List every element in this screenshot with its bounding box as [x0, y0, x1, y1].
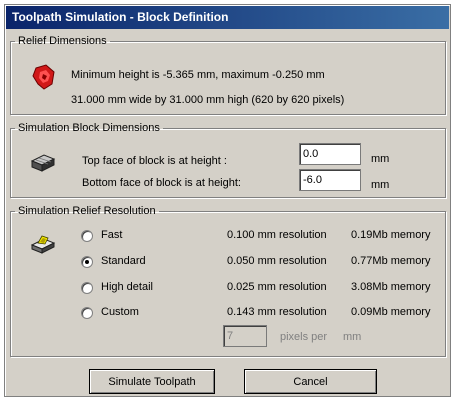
custom-memory: 0.09Mb memory [351, 306, 431, 318]
pixels-unit-label: mm [343, 331, 362, 343]
high-detail-radio[interactable] [81, 282, 93, 294]
relief-height-text: Minimum height is -5.365 mm, maximum -0.… [71, 69, 325, 81]
block-dimensions-legend: Simulation Block Dimensions [18, 122, 160, 134]
bottom-face-height-input[interactable] [299, 169, 361, 191]
pixels-per-label: pixels per [280, 331, 328, 343]
top-face-label: Top face of block is at height : [82, 155, 227, 167]
fast-resolution: 0.100 mm resolution [227, 229, 327, 241]
resolution-icon [30, 235, 56, 254]
standard-resolution: 0.050 mm resolution [227, 255, 327, 267]
top-face-unit: mm [371, 153, 390, 165]
custom-pixels-input[interactable] [223, 325, 267, 347]
relief-resolution-legend: Simulation Relief Resolution [18, 205, 156, 217]
radio-selected-dot [85, 260, 89, 264]
fast-radio[interactable] [81, 230, 93, 242]
standard-label[interactable]: Standard [101, 255, 146, 267]
cancel-button[interactable]: Cancel [244, 369, 377, 394]
simulate-toolpath-button[interactable]: Simulate Toolpath [89, 369, 215, 394]
fast-memory: 0.19Mb memory [351, 229, 431, 241]
custom-radio[interactable] [81, 307, 93, 319]
window-title: Toolpath Simulation - Block Definition [6, 6, 449, 29]
bottom-face-unit: mm [371, 179, 390, 191]
high-detail-resolution: 0.025 mm resolution [227, 281, 327, 293]
block-icon [30, 154, 56, 172]
standard-radio[interactable] [81, 256, 93, 268]
high-detail-memory: 3.08Mb memory [351, 281, 431, 293]
block-definition-dialog: Toolpath Simulation - Block Definition R… [4, 4, 451, 397]
custom-resolution: 0.143 mm resolution [227, 306, 327, 318]
top-face-height-input[interactable] [299, 143, 361, 165]
standard-memory: 0.77Mb memory [351, 255, 431, 267]
relief-size-text: 31.000 mm wide by 31.000 mm high (620 by… [71, 94, 345, 106]
high-detail-label[interactable]: High detail [101, 281, 153, 293]
custom-label[interactable]: Custom [101, 306, 139, 318]
fast-label[interactable]: Fast [101, 229, 122, 241]
relief-dimensions-legend: Relief Dimensions [18, 35, 107, 47]
bottom-face-label: Bottom face of block is at height: [82, 177, 241, 189]
relief-red-icon [32, 64, 55, 90]
